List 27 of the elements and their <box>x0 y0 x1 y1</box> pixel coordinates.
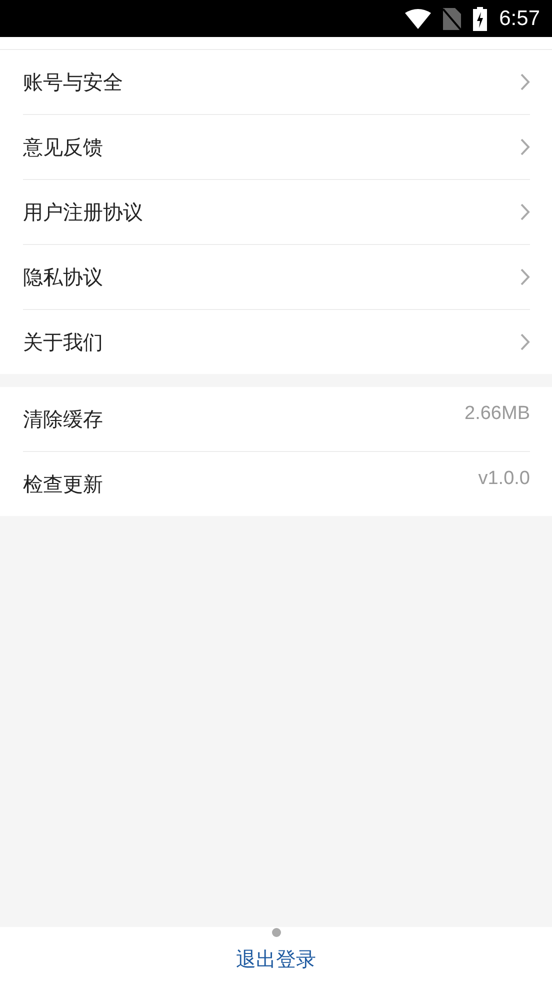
battery-charging-icon <box>473 6 488 30</box>
row-label: 隐私协议 <box>23 264 103 290</box>
no-sim-icon <box>443 8 462 30</box>
settings-row[interactable]: 检查更新 v1.0.0 <box>23 452 530 516</box>
logout-button[interactable]: 退出登录 <box>236 946 316 973</box>
settings-row[interactable]: 账号与安全 <box>23 50 530 115</box>
settings-row[interactable]: 清除缓存 2.66MB <box>23 387 530 452</box>
row-label: 清除缓存 <box>23 406 103 432</box>
row-label: 检查更新 <box>23 470 103 498</box>
settings-row[interactable]: 意见反馈 <box>23 115 530 180</box>
chevron-right-icon <box>520 268 530 286</box>
chevron-right-icon <box>520 138 530 156</box>
wifi-icon <box>405 8 432 28</box>
status-time: 6:57 <box>499 6 540 30</box>
settings-row[interactable]: 用户注册协议 <box>23 180 530 245</box>
row-label: 关于我们 <box>23 328 103 356</box>
settings-row[interactable]: 隐私协议 <box>23 245 530 310</box>
settings-row[interactable]: 关于我们 <box>23 310 530 374</box>
chevron-right-icon <box>520 73 530 91</box>
row-label: 用户注册协议 <box>23 198 143 226</box>
row-label: 意见反馈 <box>23 134 103 160</box>
row-value: v1.0.0 <box>478 468 530 490</box>
row-value: 2.66MB <box>464 403 530 425</box>
chevron-right-icon <box>520 203 530 221</box>
chevron-right-icon <box>520 333 530 351</box>
row-label: 账号与安全 <box>23 68 123 96</box>
indicator-dot <box>272 928 280 937</box>
